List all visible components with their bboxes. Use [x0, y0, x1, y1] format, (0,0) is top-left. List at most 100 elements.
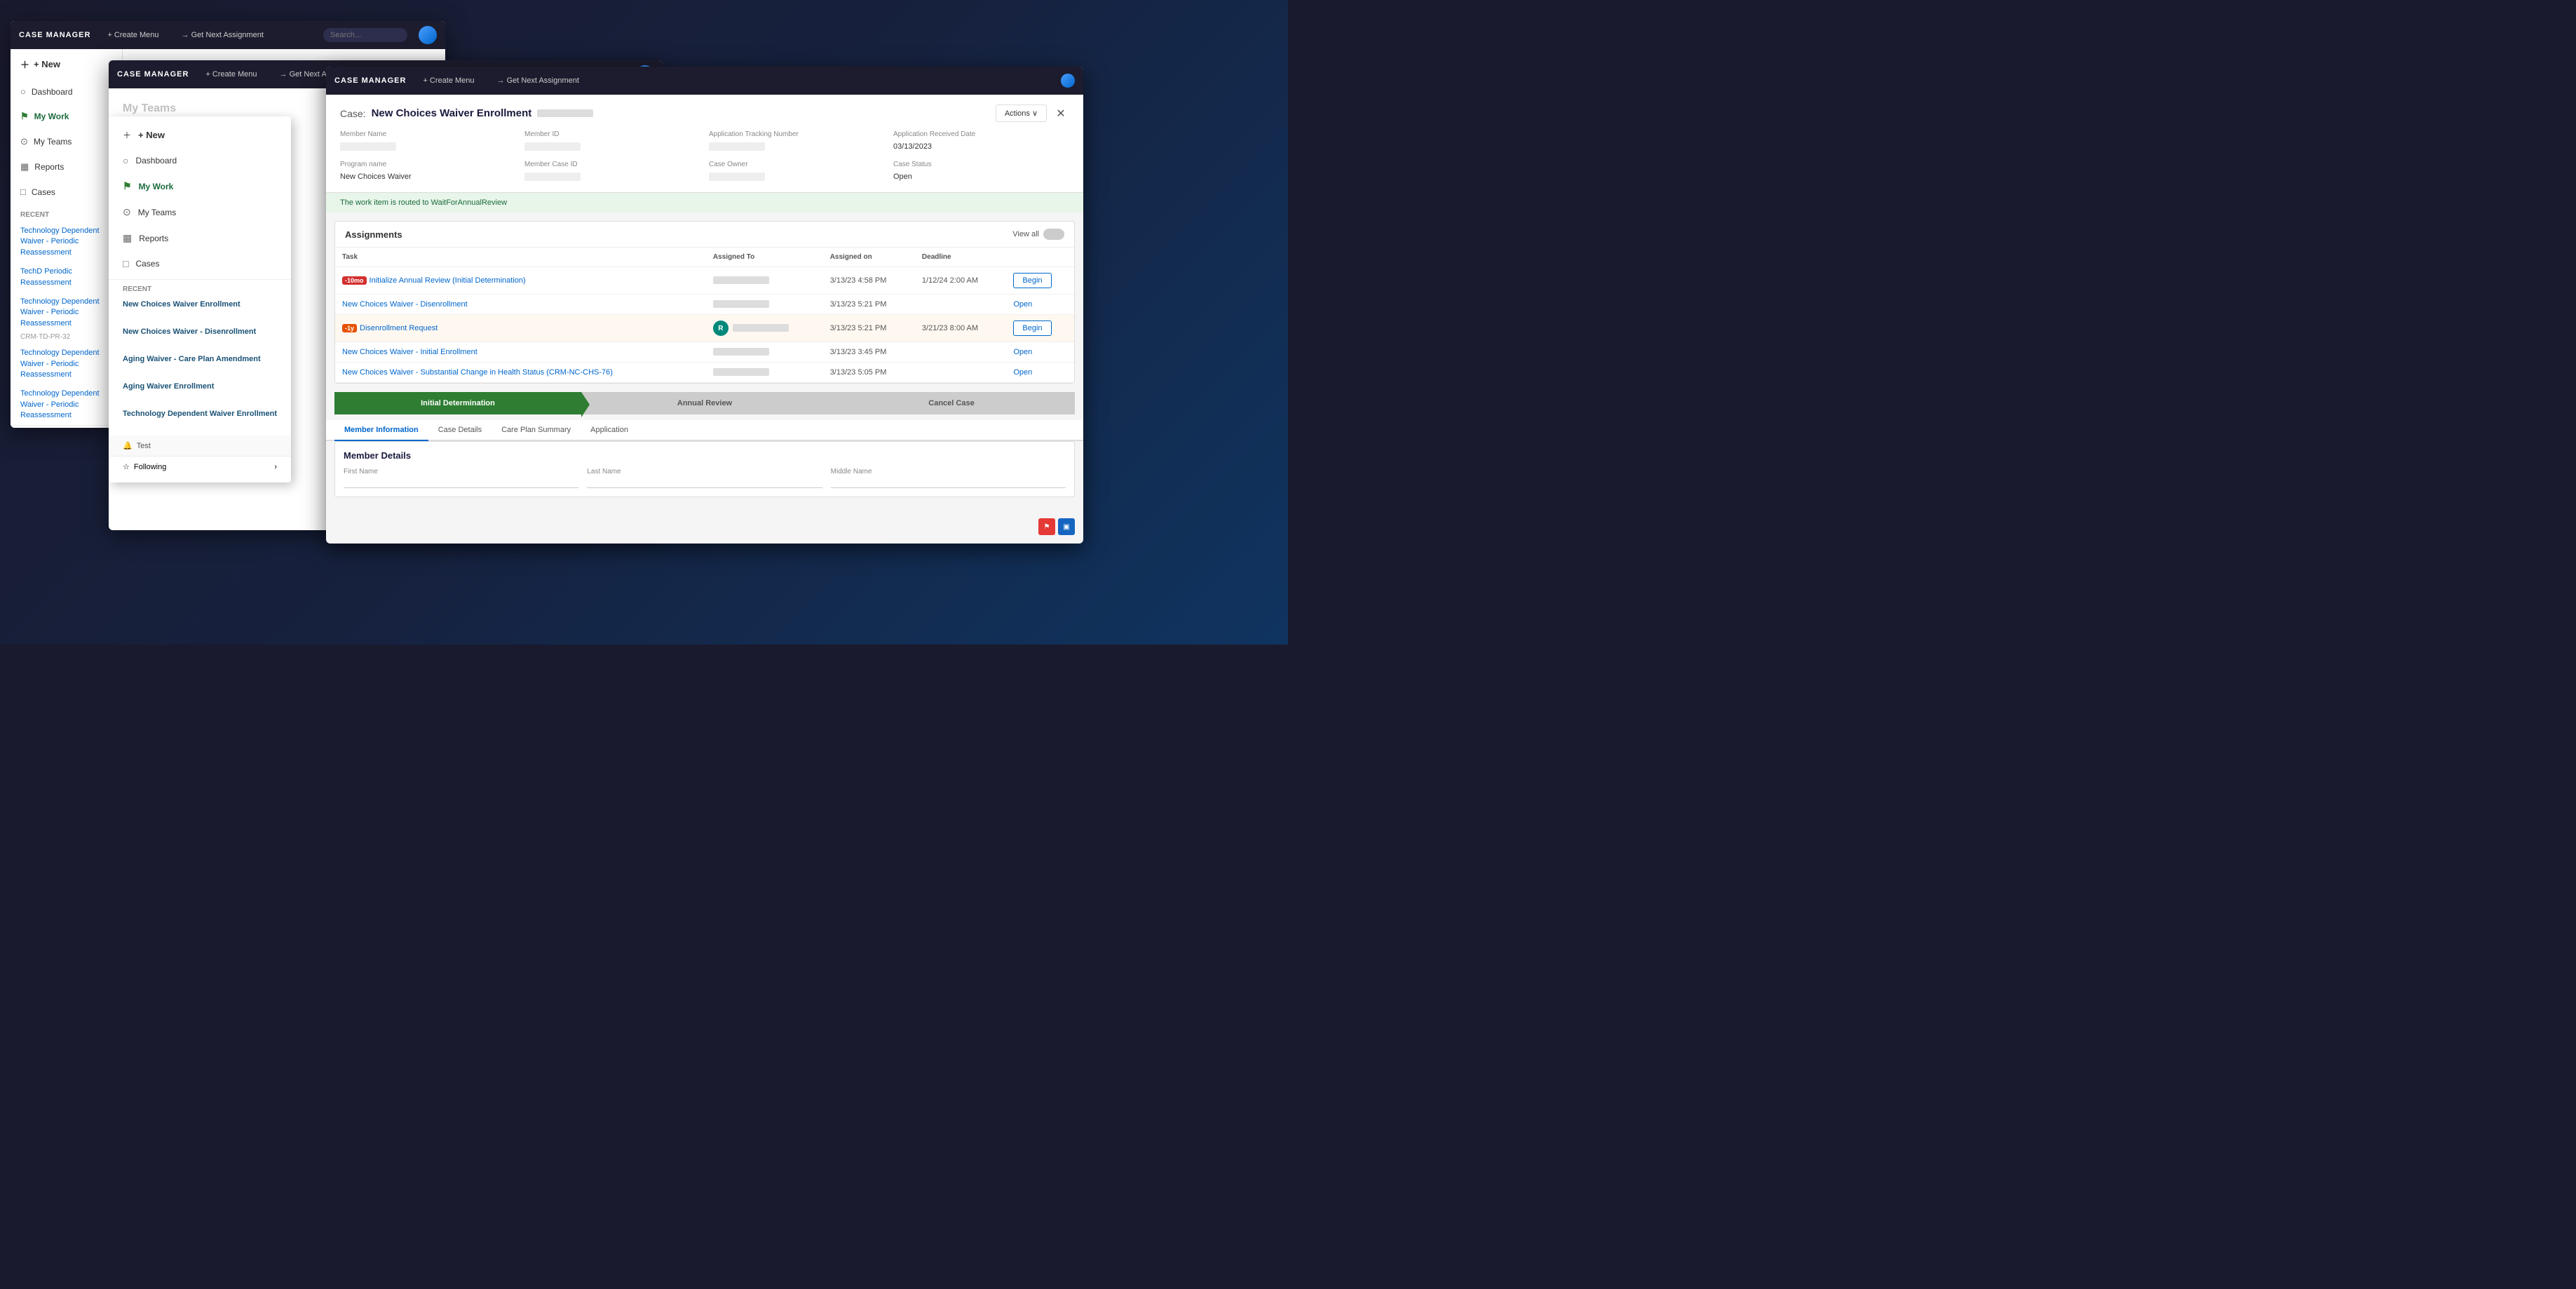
- sidebar-item-my-work[interactable]: ⚑ My Work: [11, 104, 122, 129]
- case-tab-3[interactable]: Application: [581, 420, 638, 441]
- assign-action[interactable]: Open: [1006, 295, 1074, 315]
- dropdown-cases[interactable]: □ Cases: [109, 251, 291, 276]
- sidebar-item-cases[interactable]: □ Cases: [11, 180, 122, 204]
- dropdown-recent-2[interactable]: Aging Waiver - Care Plan Amendment: [109, 351, 291, 367]
- dropdown-recent-1[interactable]: New Choices Waiver - Disenrollment: [109, 323, 291, 340]
- case-tab-1[interactable]: Case Details: [428, 420, 492, 441]
- task-link-assign[interactable]: Initialize Annual Review (Initial Determ…: [370, 276, 526, 285]
- process-step-1[interactable]: Annual Review: [581, 392, 828, 414]
- open-button[interactable]: Open: [1013, 348, 1032, 356]
- app-title-mid: CASE MANAGER: [117, 70, 189, 79]
- assign-action[interactable]: Open: [1006, 363, 1074, 383]
- search-input-back[interactable]: [323, 28, 407, 42]
- dropdown-new[interactable]: ＋ + New: [109, 122, 291, 148]
- process-step-2[interactable]: Cancel Case: [828, 392, 1075, 414]
- create-menu-btn-mid[interactable]: + Create Menu: [200, 67, 262, 81]
- close-button[interactable]: ✕: [1052, 105, 1069, 122]
- dropdown-my-teams[interactable]: ⊙ My Teams: [109, 199, 291, 225]
- assign-col-assigned-on: Assigned on: [823, 248, 915, 267]
- dropdown-recent-0[interactable]: New Choices Waiver Enrollment: [109, 296, 291, 313]
- bookmark-icon[interactable]: ▣: [1058, 518, 1075, 535]
- badge-0: -10mo: [342, 276, 367, 285]
- begin-button[interactable]: Begin: [1013, 273, 1051, 288]
- recent-item-4[interactable]: Technology Dependent Waiver - Periodic R…: [11, 384, 122, 425]
- dropdown-flag-icon: ⚑: [123, 180, 132, 192]
- dropdown-my-work[interactable]: ⚑ My Work: [109, 173, 291, 199]
- process-steps: Initial DeterminationAnnual ReviewCancel…: [334, 392, 1075, 414]
- case-tab-0[interactable]: Member Information: [334, 420, 428, 441]
- recent-item-2-sub: CRM-TD-PR-32: [11, 333, 122, 344]
- reports-icon: ▦: [20, 161, 29, 173]
- dropdown-reports[interactable]: ▦ Reports: [109, 225, 291, 251]
- case-meta: Member Name Member ID Application Tracki…: [340, 130, 1069, 182]
- open-button[interactable]: Open: [1013, 368, 1032, 377]
- badge-2: -1y: [342, 324, 357, 332]
- assign-on: 3/13/23 4:58 PM: [823, 267, 915, 295]
- bottom-icons: ⚑ ▣: [1038, 518, 1075, 535]
- app-title-case: CASE MANAGER: [334, 76, 406, 85]
- case-tab-2[interactable]: Care Plan Summary: [492, 420, 581, 441]
- get-next-btn-case[interactable]: → Get Next Assignment: [492, 74, 585, 88]
- task-link-assign[interactable]: New Choices Waiver - Substantial Change …: [342, 368, 613, 377]
- dropdown-recent-2-sub: [109, 367, 291, 378]
- dropdown-recent-1-sub: [109, 340, 291, 351]
- process-step-0[interactable]: Initial Determination: [334, 392, 581, 414]
- create-menu-btn-case[interactable]: + Create Menu: [417, 74, 480, 88]
- member-name-field: Member Name: [340, 130, 516, 152]
- member-field-2: Middle Name: [831, 468, 1066, 488]
- flag-red-icon[interactable]: ⚑: [1038, 518, 1055, 535]
- task-link-assign[interactable]: New Choices Waiver - Initial Enrollment: [342, 348, 477, 356]
- sidebar-new-back[interactable]: ＋ + New: [11, 49, 122, 79]
- sidebar-item-reports[interactable]: ▦ Reports: [11, 154, 122, 180]
- recent-item-3[interactable]: Technology Dependent Waiver - Periodic R…: [11, 344, 122, 384]
- get-next-btn-back[interactable]: → Get Next Assignment: [176, 28, 269, 42]
- dropdown-dashboard[interactable]: ○ Dashboard: [109, 148, 291, 173]
- field-val-2[interactable]: [831, 477, 1066, 488]
- open-button[interactable]: Open: [1013, 300, 1032, 309]
- cases-icon: □: [20, 187, 26, 197]
- actions-button[interactable]: Actions ∨: [996, 104, 1047, 122]
- case-status-field: Case Status Open: [893, 161, 1069, 182]
- member-case-id-val: [524, 173, 581, 181]
- app-title-back: CASE MANAGER: [19, 31, 90, 39]
- assign-task: -10moInitialize Annual Review (Initial D…: [335, 267, 706, 295]
- nav-dropdown: ＋ + New ○ Dashboard ⚑ My Work ⊙ My Teams…: [109, 116, 291, 482]
- sidebar-item-my-teams[interactable]: ⊙ My Teams: [11, 129, 122, 154]
- assign-to: R: [706, 315, 823, 342]
- field-val-0[interactable]: [344, 477, 578, 488]
- dropdown-test[interactable]: 🔔 Test: [109, 436, 291, 456]
- assign-col-assigned-to: Assigned To: [706, 248, 823, 267]
- task-link-assign[interactable]: Disenrollment Request: [360, 324, 438, 332]
- view-all-toggle[interactable]: View all: [1012, 229, 1064, 240]
- topbar-back: CASE MANAGER + Create Menu → Get Next As…: [11, 21, 445, 49]
- recent-item-1[interactable]: TechD Periodic Reassessment: [11, 262, 122, 292]
- following-btn-back[interactable]: ☆ Following ›: [11, 425, 122, 428]
- dropdown-cases-icon: □: [123, 258, 128, 269]
- assign-task: New Choices Waiver - Substantial Change …: [335, 363, 706, 383]
- dropdown-following[interactable]: ☆ Following: [123, 462, 166, 471]
- toggle-switch[interactable]: [1043, 229, 1064, 240]
- dropdown-reports-icon: ▦: [123, 232, 132, 244]
- assign-action[interactable]: Open: [1006, 342, 1074, 363]
- create-menu-btn-back[interactable]: + Create Menu: [102, 28, 164, 42]
- assign-to: [706, 267, 823, 295]
- field-val-1[interactable]: [587, 477, 822, 488]
- assign-action[interactable]: Begin: [1006, 267, 1074, 295]
- assign-deadline: [915, 363, 1006, 383]
- member-id-field: Member ID: [524, 130, 700, 152]
- sidebar-item-dashboard[interactable]: ○ Dashboard: [11, 79, 122, 104]
- recent-item-0[interactable]: Technology Dependent Waiver - Periodic R…: [11, 222, 122, 262]
- begin-button[interactable]: Begin: [1013, 320, 1051, 336]
- dropdown-recent-3[interactable]: Aging Waiver Enrollment: [109, 378, 291, 395]
- dropdown-recent-4[interactable]: Technology Dependent Waiver Enrollment: [109, 405, 291, 422]
- case-id-blur: [537, 109, 593, 117]
- sidebar-back: ＋ + New ○ Dashboard ⚑ My Work ⊙ My Teams…: [11, 49, 123, 428]
- assign-deadline: [915, 342, 1006, 363]
- recent-item-2[interactable]: Technology Dependent Waiver - Periodic R…: [11, 292, 122, 333]
- app-tracking-field: Application Tracking Number: [709, 130, 885, 152]
- assign-action[interactable]: Begin: [1006, 315, 1074, 342]
- chevron-right-dropdown: ›: [274, 463, 277, 471]
- task-link-assign[interactable]: New Choices Waiver - Disenrollment: [342, 300, 468, 309]
- assign-on: 3/13/23 5:21 PM: [823, 295, 915, 315]
- assignment-row: New Choices Waiver - Disenrollment 3/13/…: [335, 295, 1074, 315]
